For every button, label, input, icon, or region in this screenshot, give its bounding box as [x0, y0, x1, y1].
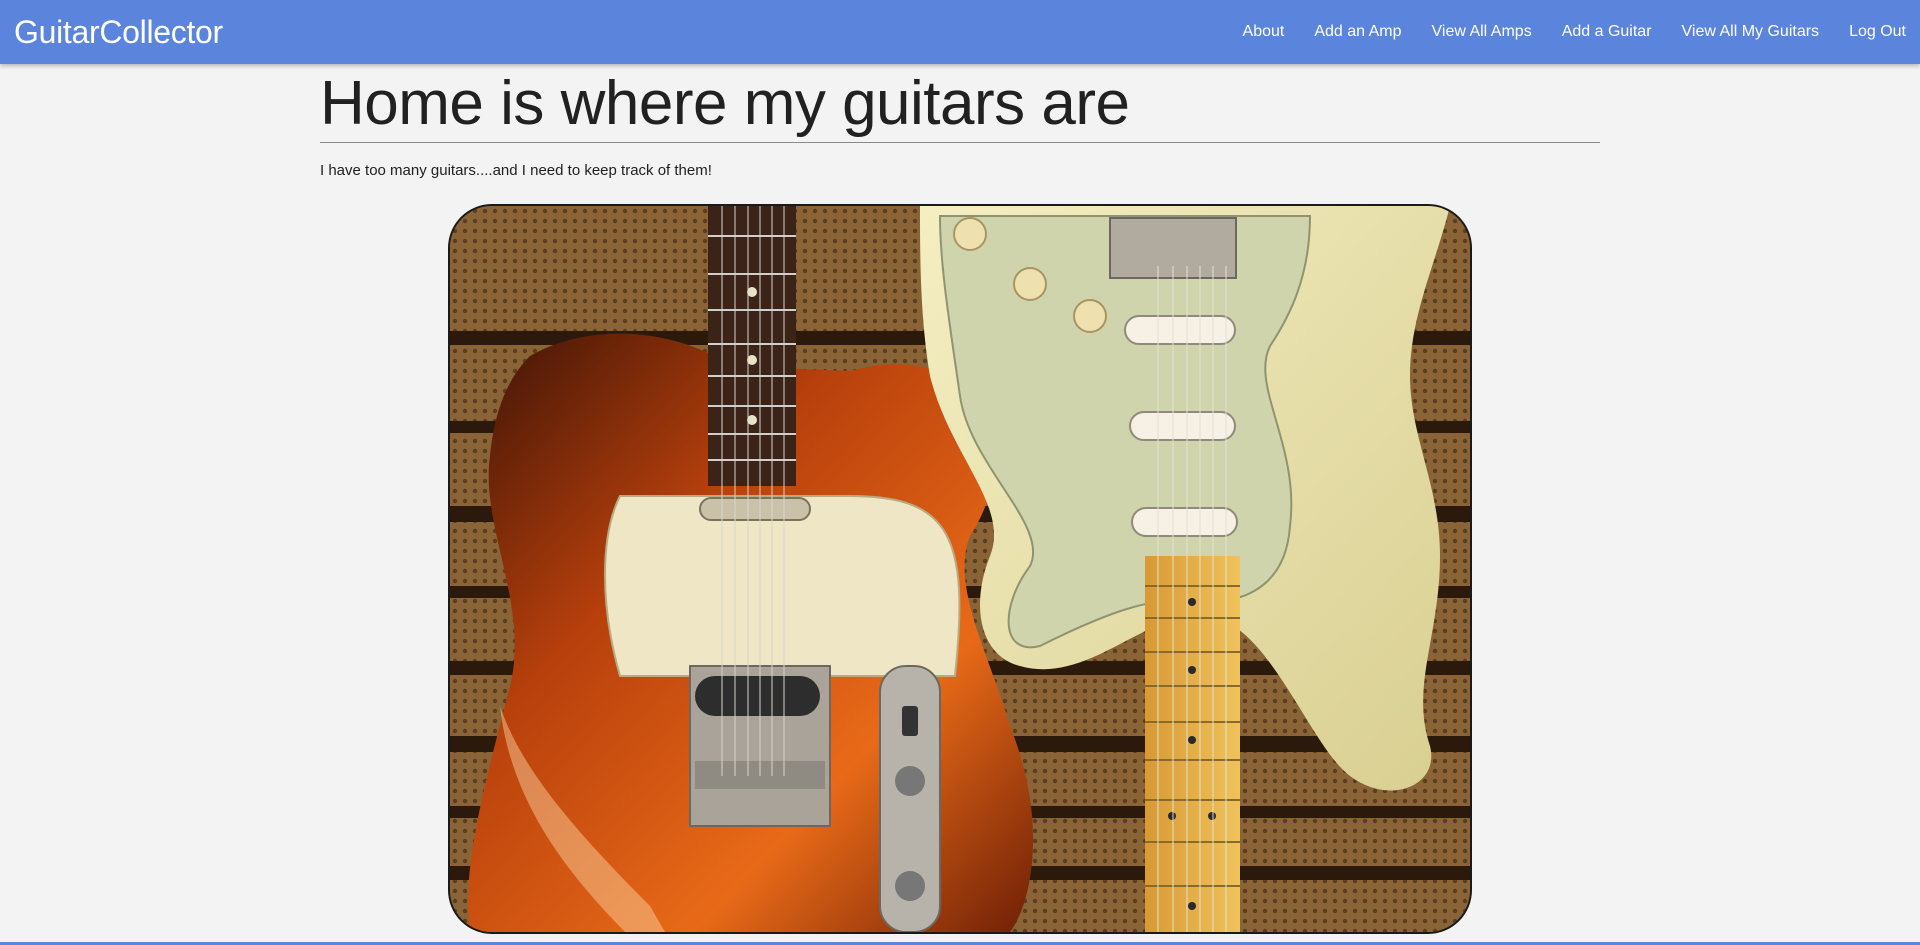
intro-text: I have too many guitars....and I need to… — [320, 162, 712, 179]
top-navbar: GuitarCollector About Add an Amp View Al… — [0, 0, 1920, 64]
brand-logo-link[interactable]: GuitarCollector — [14, 13, 223, 51]
nav-view-all-amps-link[interactable]: View All Amps — [1417, 0, 1547, 64]
nav-links: About Add an Amp View All Amps Add a Gui… — [1228, 0, 1920, 64]
main-content: Home is where my guitars are I have too … — [320, 64, 1600, 180]
nav-add-amp-link[interactable]: Add an Amp — [1299, 0, 1416, 64]
nav-about-link[interactable]: About — [1228, 0, 1300, 64]
page-title: Home is where my guitars are — [320, 69, 1130, 138]
nav-logout-link[interactable]: Log Out — [1834, 0, 1920, 64]
nav-add-guitar-link[interactable]: Add a Guitar — [1547, 0, 1667, 64]
nav-view-all-guitars-link[interactable]: View All My Guitars — [1667, 0, 1835, 64]
guitars-hero-image — [448, 204, 1472, 934]
